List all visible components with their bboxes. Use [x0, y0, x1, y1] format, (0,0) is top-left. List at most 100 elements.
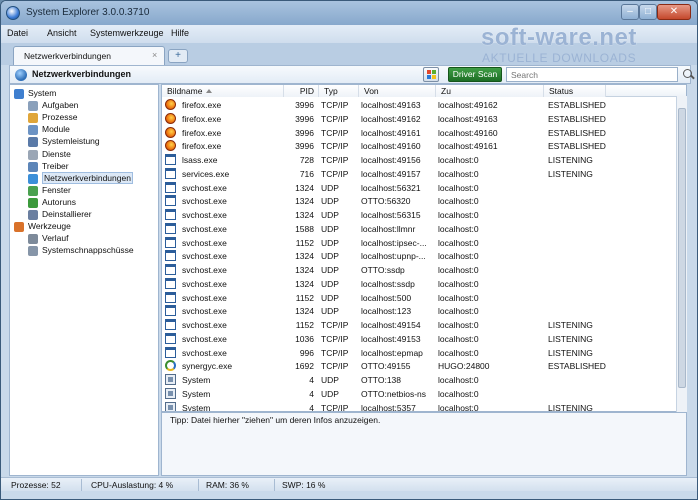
cell-name: svchost.exe: [182, 223, 227, 234]
table-row[interactable]: svchost.exe 1152 UDP localhost:ipsec-... loc…: [162, 236, 686, 250]
cell-from: localhost:49156: [361, 155, 421, 165]
table-row[interactable]: svchost.exe 1152 TCP/IP localhost:49154 loca…: [162, 318, 686, 332]
menu-hilfe[interactable]: Hilfe: [171, 28, 189, 38]
cell-to: localhost:0: [438, 375, 479, 385]
column-status[interactable]: Status: [544, 85, 606, 97]
cell-name: System: [182, 388, 211, 399]
table-row[interactable]: svchost.exe 1324 UDP localhost:ssdp localhos…: [162, 277, 686, 291]
cell-from: localhost:49162: [361, 113, 421, 124]
table-row[interactable]: svchost.exe 1152 UDP localhost:500 localhost…: [162, 291, 686, 305]
table-row[interactable]: lsass.exe 728 TCP/IP localhost:49156 localho…: [162, 153, 686, 167]
table-row[interactable]: services.exe 716 TCP/IP localhost:49157 loca…: [162, 167, 686, 181]
cell-pid: 1324: [295, 278, 314, 289]
column-typ[interactable]: Typ: [319, 85, 359, 97]
table-row[interactable]: System 4 TCP/IP localhost:5357 localhost:0 LI…: [162, 401, 686, 412]
table-row[interactable]: svchost.exe 1036 TCP/IP localhost:49153 loca…: [162, 332, 686, 346]
column-bildname[interactable]: Bildname: [162, 85, 284, 97]
cell-to: localhost:0: [438, 155, 479, 165]
cell-from: localhost:5357: [361, 402, 416, 412]
table-row[interactable]: System 4 UDP OTTO:netbios-ns localhost:0: [162, 387, 686, 401]
table-row[interactable]: System 4 UDP OTTO:138 localhost:0: [162, 373, 686, 387]
cell-type: TCP/IP: [321, 333, 349, 344]
cell-type: TCP/IP: [321, 113, 349, 124]
cell-status: ESTABLISHED: [548, 141, 606, 152]
cell-type: TCP/IP: [321, 168, 349, 179]
minimize-button[interactable]: –: [621, 4, 639, 20]
table-row[interactable]: svchost.exe 1324 UDP localhost:upnp-... loca…: [162, 249, 686, 263]
cell-to: localhost:49163: [438, 113, 498, 124]
cell-pid: 3996: [295, 100, 314, 110]
table-row[interactable]: svchost.exe 1588 UDP localhost:llmnr localho…: [162, 222, 686, 236]
system-icon: [165, 387, 176, 399]
tab-netzwerkverbindungen[interactable]: Netzwerkverbindungen ×: [13, 46, 165, 65]
cell-to: localhost:0: [438, 196, 479, 207]
cell-pid: 3996: [295, 113, 314, 124]
tab-close-icon[interactable]: ×: [152, 50, 157, 60]
cell-name: svchost.exe: [182, 333, 227, 344]
maximize-button[interactable]: □: [639, 4, 657, 20]
title-bar[interactable]: System Explorer 3.0.0.3710 – □ ✕: [1, 1, 697, 25]
cell-to: localhost:0: [438, 333, 479, 344]
system-icon: [165, 374, 176, 385]
table-row[interactable]: svchost.exe 1324 UDP OTTO:56320 localhost:0: [162, 194, 686, 208]
cell-name: svchost.exe: [182, 251, 227, 262]
cell-pid: 1152: [295, 320, 314, 330]
menu-ansicht[interactable]: Ansicht: [47, 28, 77, 38]
cell-to: localhost:0: [438, 388, 479, 399]
add-tab-button[interactable]: +: [168, 49, 188, 63]
windows-logo-button[interactable]: [423, 67, 439, 82]
search-icon[interactable]: [683, 69, 692, 78]
cell-type: UDP: [321, 306, 339, 317]
column-zu[interactable]: Zu: [436, 85, 544, 97]
cell-to: localhost:0: [438, 306, 479, 317]
cell-status: ESTABLISHED: [548, 127, 606, 138]
scrollbar-thumb[interactable]: [678, 108, 686, 388]
cell-pid: 728: [299, 155, 314, 165]
table-row[interactable]: svchost.exe 996 TCP/IP localhost:epmap local…: [162, 346, 686, 360]
window-icon: [165, 250, 176, 262]
table-row[interactable]: svchost.exe 1324 UDP localhost:123 localhost…: [162, 304, 686, 318]
menu-datei[interactable]: Datei: [7, 28, 28, 38]
cell-from: localhost:49154: [361, 320, 421, 330]
search-input[interactable]: [506, 67, 678, 82]
column-pid[interactable]: PID: [284, 85, 319, 97]
cell-pid: 996: [299, 347, 314, 358]
close-button[interactable]: ✕: [657, 4, 691, 20]
cell-to: localhost:0: [438, 251, 479, 262]
cell-type: UDP: [321, 388, 339, 399]
cell-to: localhost:0: [438, 347, 479, 358]
cell-type: UDP: [321, 251, 339, 262]
table-row[interactable]: firefox.exe 3996 TCP/IP localhost:49162 loca…: [162, 112, 686, 126]
table-row[interactable]: firefox.exe 3996 TCP/IP localhost:49163 loca…: [162, 98, 686, 112]
sidebar-item-label: Werkzeuge: [28, 221, 71, 232]
table-row[interactable]: svchost.exe 1324 UDP localhost:56315 localho…: [162, 208, 686, 222]
window-icon: [165, 346, 176, 358]
cell-from: localhost:56315: [361, 210, 421, 220]
vertical-scrollbar[interactable]: [676, 96, 687, 412]
table-row[interactable]: synergyc.exe 1692 TCP/IP OTTO:49155 HUGO:248…: [162, 359, 686, 373]
sidebar-item-label: Verlauf: [42, 233, 69, 244]
status-divider: [198, 479, 199, 491]
cell-from: localhost:49157: [361, 168, 421, 179]
cell-name: svchost.exe: [182, 237, 227, 248]
sidebar-item-label: Systemschnappschüsse: [42, 245, 134, 256]
cell-name: svchost.exe: [182, 292, 227, 303]
cell-status: ESTABLISHED: [548, 113, 606, 124]
window-icon: [165, 277, 176, 289]
cell-name: synergyc.exe: [182, 361, 233, 372]
cell-status: LISTENING: [548, 320, 593, 330]
table-row[interactable]: svchost.exe 1324 UDP OTTO:ssdp localhost:0: [162, 263, 686, 277]
tasks-icon: [28, 101, 38, 112]
sidebar-item-label: Module: [42, 124, 70, 135]
column-von[interactable]: Von: [359, 85, 436, 97]
table-row[interactable]: svchost.exe 1324 UDP localhost:56321 localho…: [162, 181, 686, 195]
cell-from: OTTO:netbios-ns: [361, 388, 427, 399]
cell-from: localhost:49160: [361, 141, 421, 152]
menu-systemwerkzeuge[interactable]: Systemwerkzeuge: [90, 28, 164, 38]
cell-name: svchost.exe: [182, 320, 227, 330]
window-icon: [165, 332, 176, 344]
status-bar: Prozesse: 52 CPU-Auslastung: 4 % RAM: 36…: [1, 477, 697, 491]
driver-scan-button[interactable]: Driver Scan: [448, 67, 502, 82]
table-row[interactable]: firefox.exe 3996 TCP/IP localhost:49161 loca…: [162, 126, 686, 140]
table-row[interactable]: firefox.exe 3996 TCP/IP localhost:49160 loca…: [162, 139, 686, 153]
